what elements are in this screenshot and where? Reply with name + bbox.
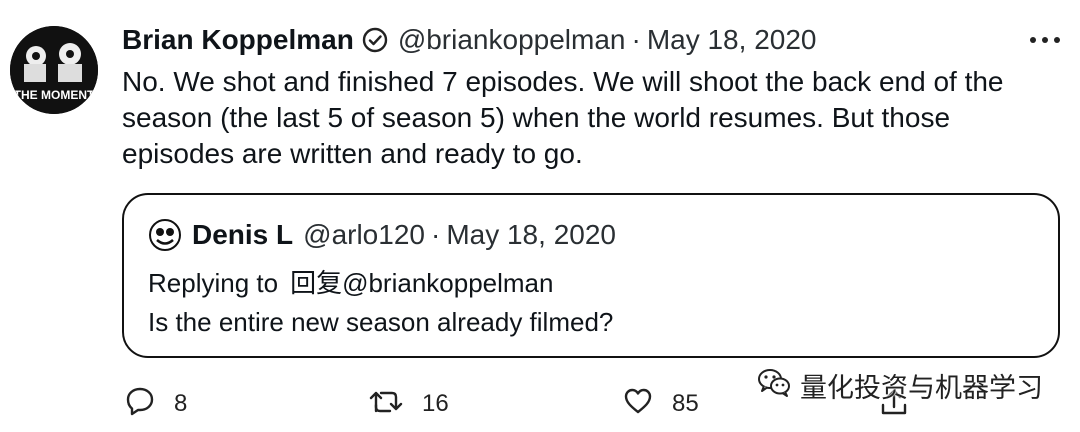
avatar-image: THE MOMENT [10,26,98,114]
reply-button[interactable]: 8 [124,382,187,426]
quoted-tweet-card[interactable]: Denis L @arlo120 · May 18, 2020 Replying… [122,193,1060,358]
replying-to-line: Replying to 回复@briankoppelman [148,263,553,300]
author-name[interactable]: Brian Koppelman [122,24,354,56]
svg-text:THE MOMENT: THE MOMENT [14,88,95,102]
tweet-date[interactable]: May 18, 2020 [647,24,817,56]
quoted-author-handle: @arlo120 [303,219,425,250]
quoted-tweet-text: Is the entire new season already filmed? [148,307,614,337]
reply-count: 8 [174,390,188,417]
verified-badge-icon [362,27,388,53]
wechat-icon [756,366,792,405]
header-separator: · [631,24,641,55]
quoted-header-separator: · [430,219,441,250]
watermark-text: 量化投资与机器学习 [800,373,1043,403]
heart-icon [622,385,654,424]
like-count: 85 [672,390,699,417]
retweet-count: 16 [422,390,449,417]
tweet-header: Brian Koppelman @briankoppelman · May 18… [122,22,816,58]
quoted-tweet-date: May 18, 2020 [446,219,616,250]
quoted-author-avatar [148,218,182,252]
reply-icon [124,385,156,424]
retweet-button[interactable]: 16 [368,382,449,426]
author-avatar[interactable]: THE MOMENT [10,26,98,114]
tweet-text: No. We shot and finished 7 episodes. We … [122,66,1004,169]
more-options-icon[interactable] [1030,28,1060,52]
watermark: 量化投资与机器学习 [756,366,1043,405]
author-handle[interactable]: @briankoppelman [398,24,626,56]
quoted-tweet-header: Denis L @arlo120 · May 18, 2020 [148,215,616,255]
like-button[interactable]: 85 [622,382,699,426]
retweet-icon [368,385,404,424]
replying-to-target[interactable]: 回复@briankoppelman [290,268,553,298]
replying-to-label: Replying to [148,268,279,298]
quoted-author-name: Denis L [192,219,294,250]
